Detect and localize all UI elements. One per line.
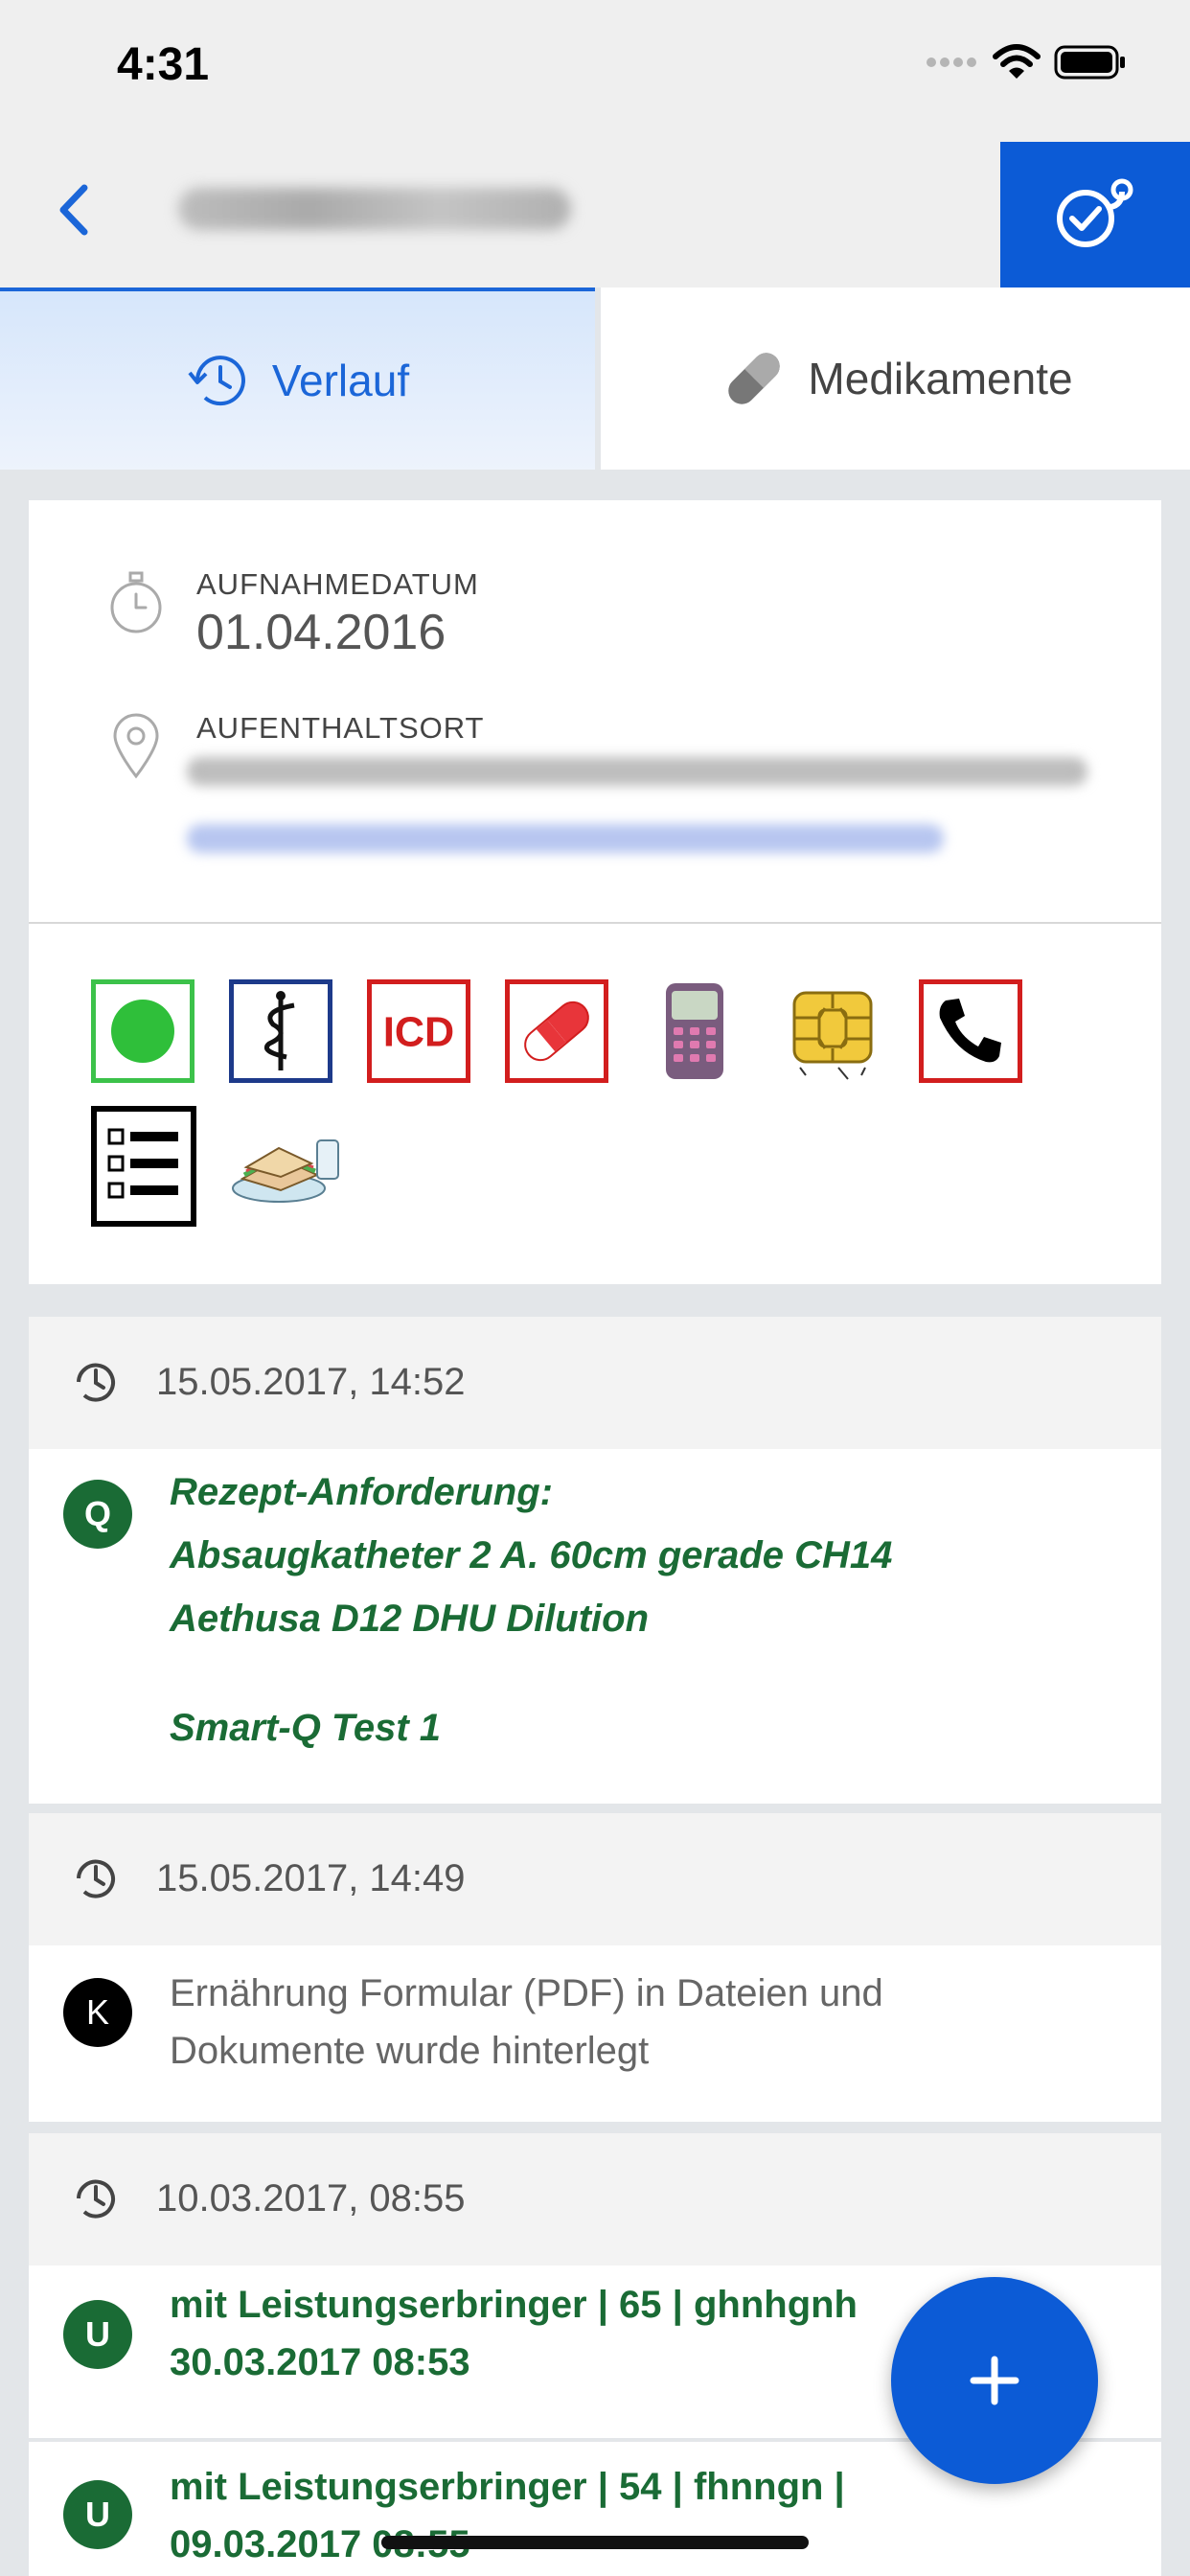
phone-icon: [939, 999, 1001, 1063]
entry-badge-k: K: [63, 1978, 132, 2047]
entry-line: Dokumente wurde hinterlegt: [170, 2030, 650, 2072]
wifi-icon: [993, 44, 1041, 79]
meal-tile[interactable]: [229, 1116, 344, 1219]
chip-card-icon: [792, 991, 873, 1080]
clock-icon: [77, 2179, 115, 2219]
entry-badge-u: U: [63, 2300, 132, 2369]
medical-tile[interactable]: [229, 979, 332, 1083]
entry-line: Rezept-Anforderung:: [170, 1471, 553, 1513]
navigation-bar: [0, 134, 1190, 288]
tab-verlauf-label: Verlauf: [271, 356, 410, 405]
chip-card-tile[interactable]: [781, 979, 884, 1083]
entry-line: Absaugkatheter 2 A. 60cm gerade CH14: [170, 1534, 893, 1576]
icd-tile[interactable]: ICD: [367, 979, 470, 1083]
admission-label: AUFNAHMEDATUM: [196, 567, 479, 601]
stethoscope-check-icon: [1057, 178, 1133, 247]
plus-icon: [970, 2356, 1019, 2405]
tab-medikamente[interactable]: Medikamente: [595, 288, 1190, 470]
timeline-day-header: 15.05.2017, 14:49: [29, 1813, 1161, 1945]
entry-line: mit Leistungserbringer | 65 | ghnhgnh: [170, 2284, 858, 2326]
timeline-day-header: 10.03.2017, 08:55: [29, 2133, 1161, 2266]
meal-icon: [232, 1139, 339, 1203]
timeline-date: 10.03.2017, 08:55: [156, 2177, 466, 2220]
tab-medikamente-label: Medikamente: [808, 354, 1073, 403]
location-pin-icon: [113, 713, 159, 779]
timeline-entry[interactable]: Q Rezept-Anforderung: Absaugkatheter 2 A…: [29, 1449, 1161, 1804]
checklist-tile[interactable]: [91, 1106, 196, 1227]
battery-icon: [1054, 45, 1125, 80]
stethoscope-button[interactable]: [1000, 142, 1190, 288]
location-link-redacted[interactable]: [187, 824, 944, 853]
timeline-date: 15.05.2017, 14:49: [156, 1857, 466, 1899]
entry-badge-u: U: [63, 2480, 132, 2549]
tab-verlauf[interactable]: Verlauf: [0, 288, 595, 470]
clock-icon: [77, 1363, 115, 1402]
medication-pill-icon: [524, 1000, 589, 1062]
history-icon: [188, 356, 245, 406]
status-icons: [926, 44, 1127, 80]
checklist-icon: [107, 1128, 178, 1199]
location-redacted: [187, 757, 1087, 786]
entry-line: Aethusa D12 DHU Dilution: [170, 1598, 650, 1640]
patient-info-card: AUFNAHMEDATUM 01.04.2016 AUFENTHALTSORT: [29, 500, 1161, 922]
back-button[interactable]: [54, 176, 102, 243]
timeline-day-header: 15.05.2017, 14:52: [29, 1317, 1161, 1449]
entry-badge-q: Q: [63, 1480, 132, 1549]
pill-icon: [728, 353, 781, 404]
location-label: AUFENTHALTSORT: [196, 711, 485, 745]
tab-bar: Verlauf Medikamente: [0, 288, 1190, 470]
status-bar: 4:31: [0, 0, 1190, 134]
entry-line: mit Leistungserbringer | 54 | fhnngn |: [170, 2466, 845, 2508]
add-entry-button[interactable]: [891, 2277, 1098, 2484]
icd-icon: ICD: [383, 1010, 454, 1056]
infusion-pump-tile[interactable]: [643, 979, 746, 1083]
entry-line: Smart-Q Test 1: [170, 1707, 442, 1749]
phone-tile[interactable]: [919, 979, 1022, 1083]
timeline-entry[interactable]: K Ernährung Formular (PDF) in Dateien un…: [29, 1945, 1161, 2122]
svg-text:ICD: ICD: [383, 1010, 454, 1056]
patient-name-redacted: [178, 188, 571, 230]
status-time: 4:31: [117, 39, 210, 90]
clock-icon: [77, 1859, 115, 1898]
signal-icon: [927, 58, 976, 67]
status-green-icon: [111, 1000, 174, 1063]
medication-tile[interactable]: [505, 979, 608, 1083]
quick-actions-card: ICD: [29, 922, 1161, 1284]
chevron-left-icon: [59, 184, 88, 236]
stopwatch-icon: [110, 571, 162, 633]
timeline-date: 15.05.2017, 14:52: [156, 1361, 466, 1403]
medical-caduceus-icon: [263, 991, 295, 1070]
infusion-pump-icon: [666, 983, 723, 1079]
status-green-tile[interactable]: [91, 979, 195, 1083]
admission-date: 01.04.2016: [196, 605, 446, 660]
home-indicator: [381, 2536, 809, 2549]
entry-line: 30.03.2017 08:53: [170, 2341, 470, 2383]
entry-line: Ernährung Formular (PDF) in Dateien und: [170, 1972, 883, 2014]
